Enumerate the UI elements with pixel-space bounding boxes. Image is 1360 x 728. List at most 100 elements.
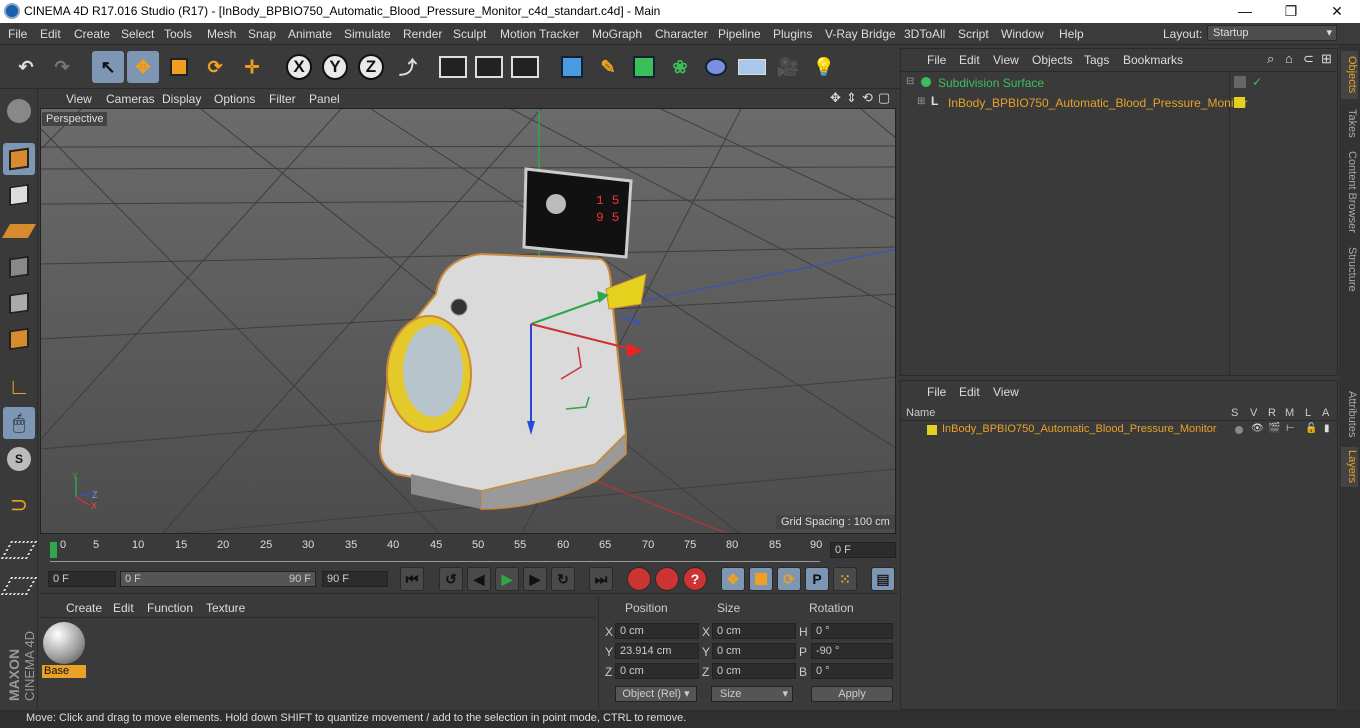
layer-color-icon[interactable] <box>1234 97 1245 108</box>
manager-visibility-icon[interactable]: ⊢ <box>1286 423 1295 434</box>
tab-layers[interactable]: Layers <box>1341 447 1358 487</box>
material-menu-texture[interactable]: Texture <box>206 601 245 615</box>
y-axis-lock-button[interactable]: Y <box>319 51 351 83</box>
menu-motion-tracker[interactable]: Motion Tracker <box>500 27 579 41</box>
rotate-tool-icon[interactable]: ⟳ <box>199 51 231 83</box>
coordinate-system-icon[interactable]: ⤴ <box>392 51 424 83</box>
edges-mode-icon[interactable] <box>3 287 35 319</box>
live-selection-icon[interactable]: ↖ <box>92 51 124 83</box>
position-y-field[interactable]: 23.914 cm <box>615 643 699 659</box>
redo-icon[interactable]: ↷ <box>46 51 78 83</box>
rotation-p-field[interactable]: -90 ° <box>811 643 893 659</box>
objects-menu-objects[interactable]: Objects <box>1032 53 1073 67</box>
expand-icon[interactable]: ⊞ <box>917 96 925 107</box>
solo-mode-icon[interactable]: S <box>3 443 35 475</box>
next-frame-icon[interactable]: ▶ <box>523 567 547 591</box>
timeline-window-icon[interactable]: ▤ <box>871 567 895 591</box>
menu-pipeline[interactable]: Pipeline <box>718 27 761 41</box>
position-x-field[interactable]: 0 cm <box>615 623 699 639</box>
play-icon[interactable]: ▶ <box>495 567 519 591</box>
menu-character[interactable]: Character <box>655 27 708 41</box>
layers-menu-file[interactable]: File <box>927 385 946 399</box>
objects-menu-file[interactable]: File <box>927 53 946 67</box>
menu-window[interactable]: Window <box>1001 27 1044 41</box>
next-key-icon[interactable]: ↻ <box>551 567 575 591</box>
go-to-end-icon[interactable]: ⏭ <box>589 567 613 591</box>
maximize-button[interactable]: ❐ <box>1268 0 1314 23</box>
layer-color-swatch[interactable] <box>927 425 937 435</box>
layers-menu-view[interactable]: View <box>993 385 1019 399</box>
size-z-field[interactable]: 0 cm <box>712 663 796 679</box>
menu-plugins[interactable]: Plugins <box>773 27 812 41</box>
object-row-subdivision[interactable]: ⊟ Subdivision Surface ✓ <box>901 74 1337 92</box>
coordinate-mode-dropdown[interactable]: Object (Rel) ▾ <box>615 686 697 702</box>
scale-tool-icon[interactable] <box>163 51 195 83</box>
rotation-b-field[interactable]: 0 ° <box>811 663 893 679</box>
material-menu-edit[interactable]: Edit <box>113 601 134 615</box>
objects-menu-bookmarks[interactable]: Bookmarks <box>1123 53 1183 67</box>
texture-mode-icon[interactable] <box>3 179 35 211</box>
viewport-menu-filter[interactable]: Filter <box>269 92 296 106</box>
new-panel-icon[interactable]: ⊞ <box>1321 51 1332 67</box>
x-axis-lock-button[interactable]: X <box>283 51 315 83</box>
tab-attributes[interactable]: Attributes <box>1341 385 1358 443</box>
visibility-eye-icon[interactable]: 👁 <box>1251 423 1264 434</box>
home-icon[interactable]: ⌂ <box>1285 51 1293 66</box>
editor-visibility-icon[interactable] <box>1234 76 1246 88</box>
viewport-menu-view[interactable]: View <box>66 92 92 106</box>
key-scale-icon[interactable] <box>749 567 773 591</box>
render-picture-viewer-icon[interactable] <box>473 51 505 83</box>
menu-help[interactable]: Help <box>1059 27 1084 41</box>
lock-icon[interactable]: 🔓 <box>1305 423 1317 434</box>
end-frame-field[interactable]: 90 F <box>322 571 388 587</box>
render-view-icon[interactable] <box>437 51 469 83</box>
position-z-field[interactable]: 0 cm <box>615 663 699 679</box>
objects-menu-tags[interactable]: Tags <box>1084 53 1109 67</box>
rotation-h-field[interactable]: 0 ° <box>811 623 893 639</box>
viewport-menu-options[interactable]: Options <box>214 92 255 106</box>
menu-animate[interactable]: Animate <box>288 27 332 41</box>
size-mode-dropdown[interactable]: Size ▾ <box>711 686 793 702</box>
deformer-icon[interactable] <box>700 51 732 83</box>
objects-menu-view[interactable]: View <box>993 53 1019 67</box>
object-row-model[interactable]: ⊞ L InBody_BPBIO750_Automatic_Blood_Pres… <box>901 94 1337 112</box>
key-parameter-icon[interactable]: P <box>805 567 829 591</box>
menu-simulate[interactable]: Simulate <box>344 27 391 41</box>
viewport-menu-panel[interactable]: Panel <box>309 92 340 106</box>
snap-icon[interactable]: ⊃ <box>3 489 35 521</box>
workplane-mode-icon[interactable] <box>1 215 37 247</box>
key-pla-icon[interactable]: ⁙ <box>833 567 857 591</box>
material-menu-function[interactable]: Function <box>147 601 193 615</box>
viewport-zoom-icon[interactable]: ⇕ <box>846 90 857 106</box>
objects-menu-edit[interactable]: Edit <box>959 53 980 67</box>
menu-create[interactable]: Create <box>74 27 110 41</box>
menu-3dtoall[interactable]: 3DToAll <box>904 27 945 41</box>
apply-button[interactable]: Apply <box>811 686 893 702</box>
menu-script[interactable]: Script <box>958 27 989 41</box>
size-x-field[interactable]: 0 cm <box>712 623 796 639</box>
floor-environment-icon[interactable] <box>736 51 768 83</box>
menu-sculpt[interactable]: Sculpt <box>453 27 486 41</box>
key-position-icon[interactable]: ✥ <box>721 567 745 591</box>
tweak-mode-icon[interactable]: 🖱 <box>3 407 35 439</box>
solo-toggle-icon[interactable] <box>1235 426 1243 434</box>
previous-frame-icon[interactable]: ◀ <box>467 567 491 591</box>
viewport-3d[interactable]: 1 5 9 5 Y Z X <box>40 108 896 534</box>
menu-mograph[interactable]: MoGraph <box>592 27 642 41</box>
menu-file[interactable]: File <box>8 27 27 41</box>
viewport-move-icon[interactable]: ✥ <box>830 90 841 106</box>
menu-select[interactable]: Select <box>121 27 154 41</box>
menu-vray-bridge[interactable]: V-Ray Bridge <box>825 27 896 41</box>
workplane-icon[interactable] <box>0 534 38 566</box>
viewport-maximize-icon[interactable]: ▢ <box>878 90 890 106</box>
tab-objects[interactable]: Objects <box>1341 51 1358 99</box>
camera-icon[interactable]: 🎥 <box>772 51 804 83</box>
mograph-cloner-icon[interactable]: ❀ <box>664 51 696 83</box>
animation-toggle-icon[interactable]: ▮ <box>1324 423 1330 434</box>
current-frame-field[interactable]: 0 F <box>830 542 896 558</box>
menu-mesh[interactable]: Mesh <box>207 27 236 41</box>
menu-snap[interactable]: Snap <box>248 27 276 41</box>
viewport-rotate-icon[interactable]: ⟲ <box>862 90 873 106</box>
timeline-ruler[interactable]: 0 5 10 15 20 25 30 35 40 45 50 55 60 65 … <box>40 537 898 564</box>
menu-render[interactable]: Render <box>403 27 442 41</box>
